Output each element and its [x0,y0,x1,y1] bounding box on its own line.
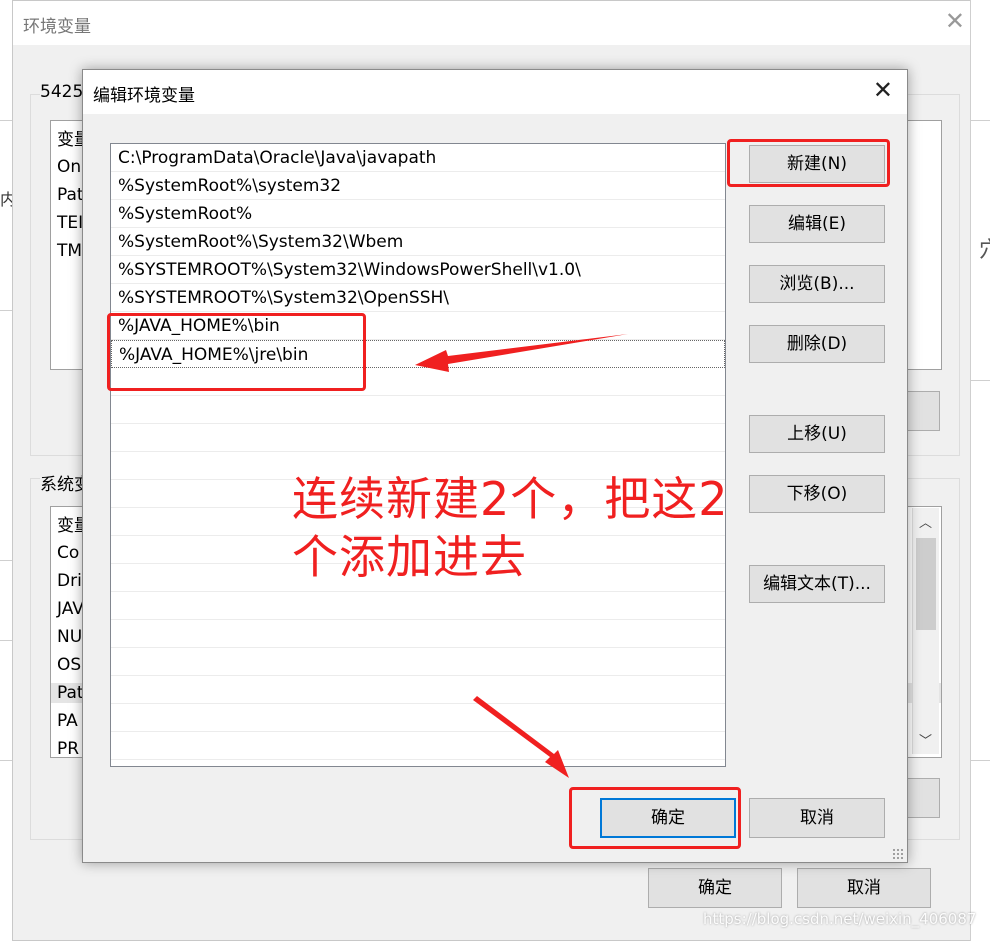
right-edge-text-fragment: 穴 [979,232,990,264]
scroll-down-icon[interactable]: ﹀ [919,730,932,749]
resize-grip-icon[interactable] [892,848,904,860]
edit-button[interactable]: 编辑(E) [749,205,885,243]
path-entry[interactable]: C:\ProgramData\Oracle\Java\javapath [111,144,725,172]
scroll-up-icon[interactable]: ︿ [919,512,932,531]
empty-path-row[interactable] [111,396,725,424]
delete-button[interactable]: 删除(D) [749,325,885,363]
system-variable-row[interactable]: OS [57,655,81,675]
highlight-ok-button [569,787,741,849]
move-down-button[interactable]: 下移(O) [749,475,885,513]
highlight-new-button [727,139,890,187]
user-variable-row[interactable]: On [57,157,81,177]
edit-dialog-close-icon[interactable]: ✕ [873,76,893,104]
path-entry[interactable]: %SystemRoot%\system32 [111,172,725,200]
annotation-line-1: 连续新建2个，把这2 [292,472,729,526]
user-variable-row[interactable]: TEI [57,213,83,233]
edit-dialog-titlebar: 编辑环境变量 ✕ [83,70,907,114]
annotation-instruction-text: 连续新建2个，把这2 个添加进去 [292,470,752,586]
empty-path-row[interactable] [111,732,725,760]
edit-dialog-title: 编辑环境变量 [93,86,195,106]
path-entry[interactable]: %SYSTEMROOT%\System32\OpenSSH\ [111,284,725,312]
system-variable-row[interactable]: JAV [57,599,84,619]
outer-dialog-title: 环境变量 [23,17,91,37]
system-variable-row[interactable]: Dri [57,571,82,591]
outer-ok-button[interactable]: 确定 [648,868,782,908]
edit-dialog-cancel-button[interactable]: 取消 [749,798,885,838]
empty-path-row[interactable] [111,424,725,452]
path-entry[interactable]: %SYSTEMROOT%\System32\WindowsPowerShell\… [111,256,725,284]
empty-path-row[interactable] [111,620,725,648]
user-variable-row[interactable]: Pat [57,185,84,205]
empty-path-row[interactable] [111,648,725,676]
path-entry[interactable]: %SystemRoot% [111,200,725,228]
empty-path-row[interactable] [111,592,725,620]
highlight-new-path-entries [107,313,366,391]
system-variable-row[interactable]: PR [57,739,79,757]
user-variables-label: 5425 [40,82,88,102]
background-window-right-edge: 穴 [970,0,990,941]
watermark-text: https://blog.csdn.net/weixin_406087 [703,910,977,928]
scrollbar-thumb[interactable] [916,538,936,630]
empty-path-row[interactable] [111,704,725,732]
system-variable-row[interactable]: NU [57,627,82,647]
system-variables-button-partial[interactable] [906,778,940,818]
system-variables-scrollbar[interactable]: ︿ ﹀ [912,508,939,754]
edit-text-button[interactable]: 编辑文本(T)... [749,565,885,603]
system-variable-row[interactable]: Co [57,543,79,563]
outer-close-icon[interactable]: ✕ [945,7,965,35]
user-variables-button-partial[interactable] [906,391,940,431]
user-variable-row[interactable]: TM [57,241,82,261]
browse-button[interactable]: 浏览(B)... [749,265,885,303]
path-entries-list[interactable]: C:\ProgramData\Oracle\Java\javapath %Sys… [110,143,726,767]
outer-titlebar: 环境变量 ✕ [13,1,979,45]
system-variable-row[interactable]: PA [57,711,78,731]
outer-cancel-button[interactable]: 取消 [797,868,931,908]
move-up-button[interactable]: 上移(U) [749,415,885,453]
path-entry[interactable]: %SystemRoot%\System32\Wbem [111,228,725,256]
annotation-line-2: 个添加进去 [292,530,527,584]
empty-path-row[interactable] [111,676,725,704]
